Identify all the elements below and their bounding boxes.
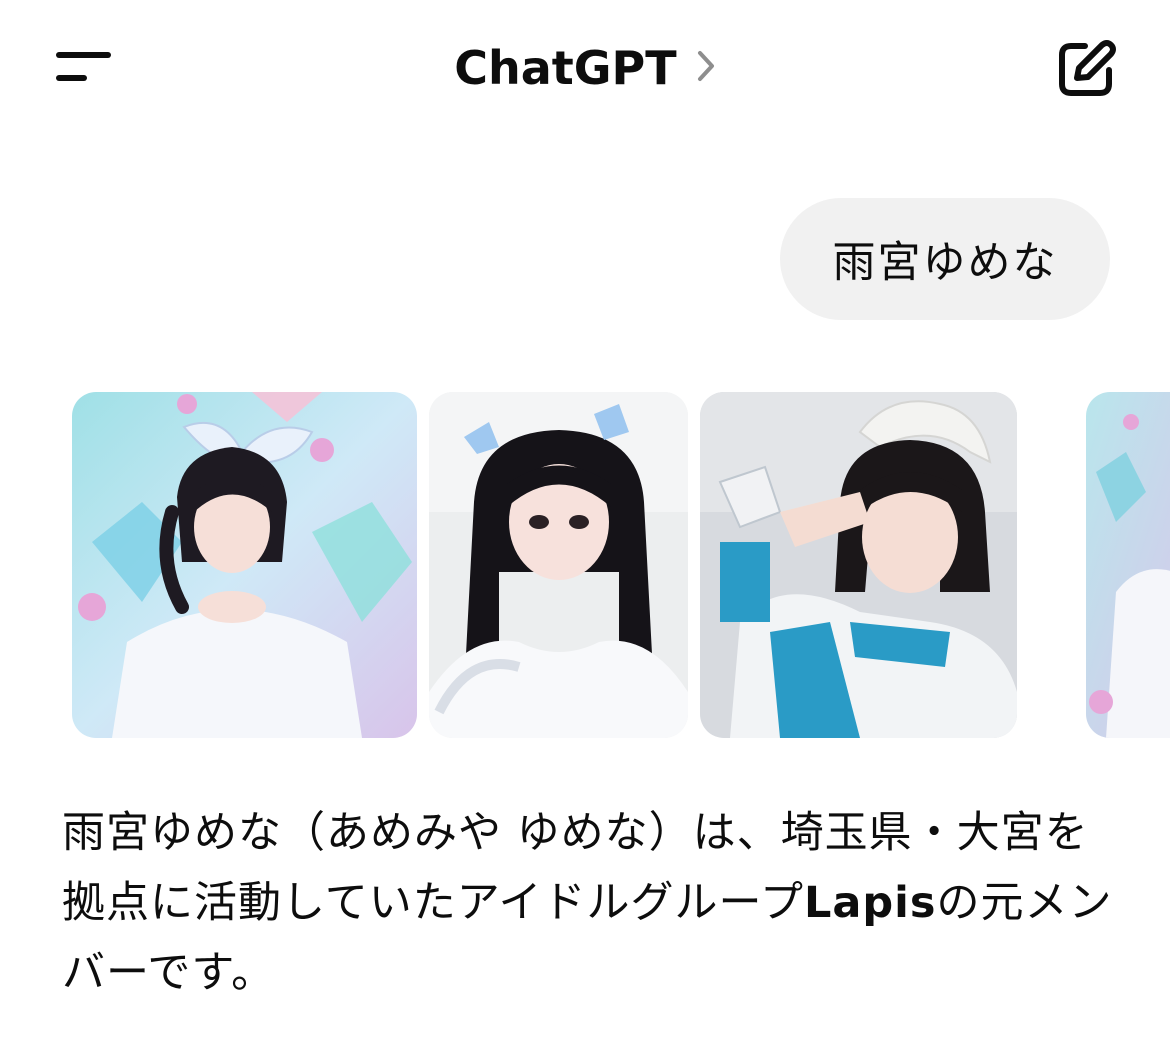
new-chat-button[interactable] [1053,36,1119,102]
image-result-1[interactable] [72,392,417,738]
model-selector[interactable]: ChatGPT [0,36,1170,100]
image-result-4[interactable] [1086,392,1170,738]
user-message-text: 雨宮ゆめな [832,238,1058,288]
assistant-text-bold: Lapis [803,878,937,928]
image-result-2[interactable] [429,392,688,738]
chevron-right-icon [696,49,716,87]
image-result-3[interactable] [700,392,1017,738]
top-bar: ChatGPT [0,0,1170,136]
image-results-carousel[interactable] [0,392,1170,738]
assistant-response: 雨宮ゆめな（あめみや ゆめな）は、埼玉県・大宮を拠点に活動していたアイドルグルー… [62,798,1122,1008]
user-message-bubble: 雨宮ゆめな [780,198,1110,320]
app-title: ChatGPT [454,41,677,95]
new-chat-edit-icon [1059,40,1116,96]
